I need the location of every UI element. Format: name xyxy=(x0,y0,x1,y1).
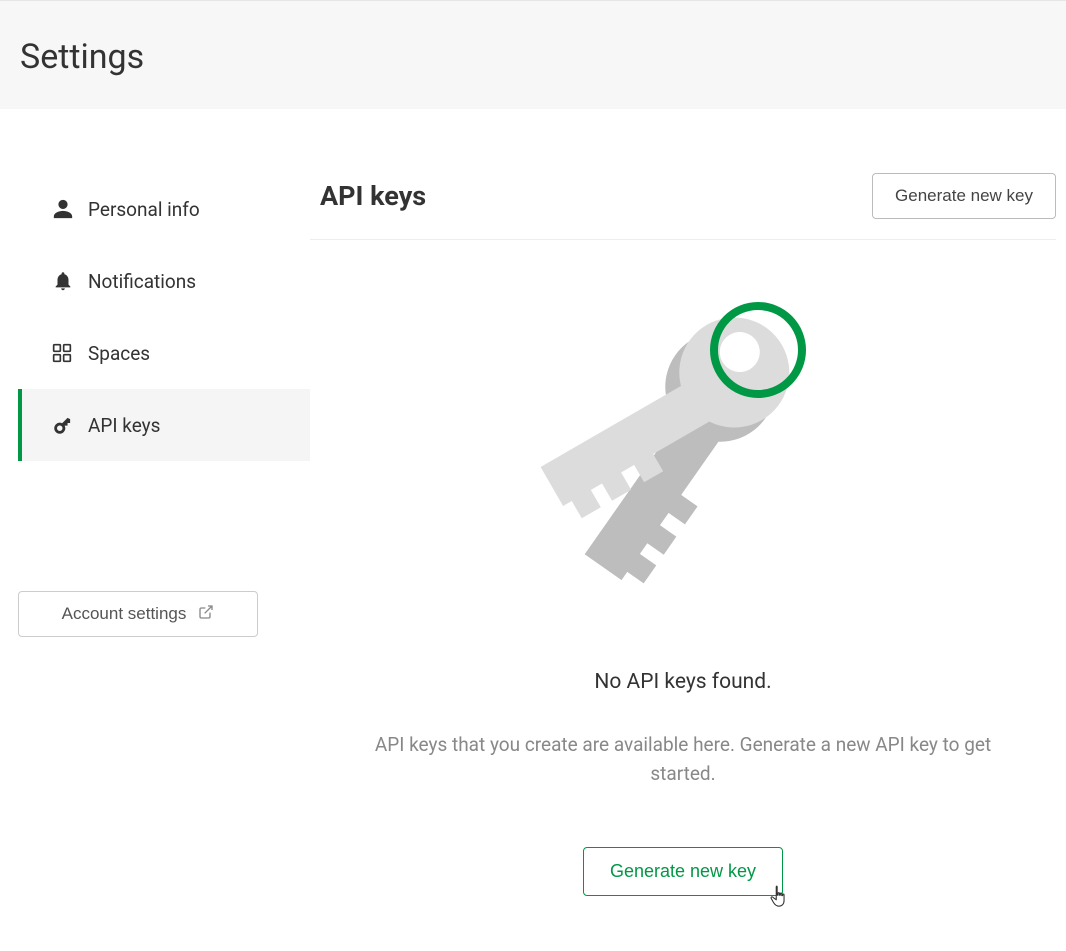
sidebar: Personal info Notifications Spaces API k… xyxy=(0,173,310,896)
sidebar-item-label: Personal info xyxy=(88,198,200,221)
grid-icon xyxy=(52,343,88,363)
generate-new-key-button-top[interactable]: Generate new key xyxy=(872,173,1056,219)
sidebar-item-label: Spaces xyxy=(88,342,150,365)
account-settings-label: Account settings xyxy=(62,604,187,624)
main-content: API keys Generate new key xyxy=(310,173,1066,896)
nav-list: Personal info Notifications Spaces API k… xyxy=(18,173,310,461)
generate-new-key-label: Generate new key xyxy=(610,861,756,881)
keys-illustration xyxy=(533,300,833,640)
external-link-icon xyxy=(198,604,214,625)
page-header: Settings xyxy=(0,0,1066,109)
sidebar-item-label: API keys xyxy=(88,414,160,437)
account-settings-button[interactable]: Account settings xyxy=(18,591,258,637)
empty-state-title: No API keys found. xyxy=(594,670,771,694)
empty-state-description: API keys that you create are available h… xyxy=(363,730,1003,789)
empty-state: No API keys found. API keys that you cre… xyxy=(310,240,1056,896)
sidebar-item-label: Notifications xyxy=(88,270,196,293)
bell-icon xyxy=(52,270,88,292)
page-title: Settings xyxy=(20,37,1046,77)
sidebar-item-api-keys[interactable]: API keys xyxy=(18,389,310,461)
cursor-pointer-icon xyxy=(768,884,790,915)
content-wrapper: Personal info Notifications Spaces API k… xyxy=(0,109,1066,896)
generate-new-key-button-main[interactable]: Generate new key xyxy=(583,847,783,896)
main-header: API keys Generate new key xyxy=(310,173,1056,240)
section-title: API keys xyxy=(320,180,426,212)
sidebar-item-spaces[interactable]: Spaces xyxy=(18,317,310,389)
sidebar-item-notifications[interactable]: Notifications xyxy=(18,245,310,317)
sidebar-item-personal-info[interactable]: Personal info xyxy=(18,173,310,245)
key-icon xyxy=(52,414,88,436)
user-icon xyxy=(52,198,88,220)
